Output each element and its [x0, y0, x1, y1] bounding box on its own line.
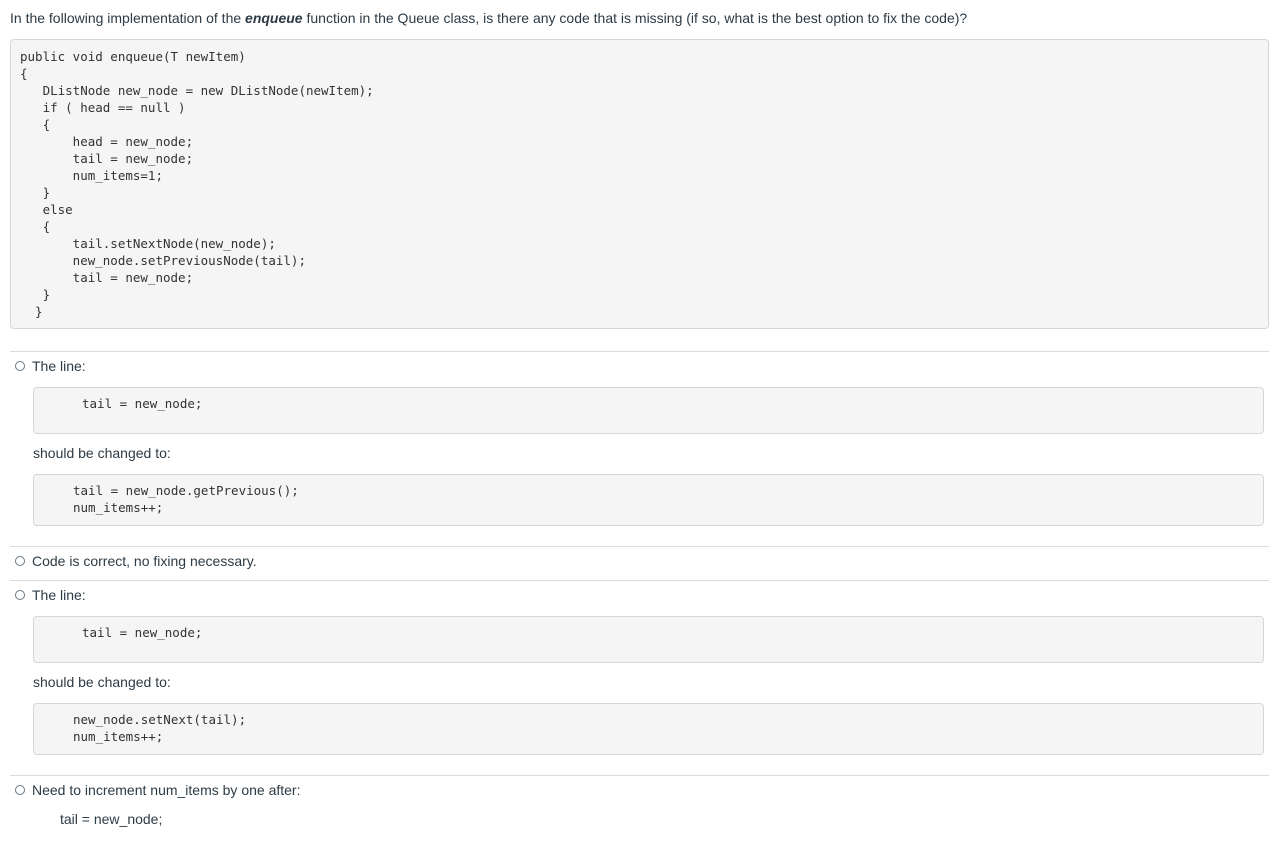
- radio-button-icon[interactable]: [15, 785, 25, 795]
- option-1-code-before-text: tail = new_node;: [82, 396, 203, 411]
- radio-button-icon[interactable]: [15, 361, 25, 371]
- divider: [10, 546, 1269, 547]
- divider: [10, 351, 1269, 352]
- option-1-code-before: tail = new_node;: [33, 387, 1264, 434]
- radio-button-icon[interactable]: [15, 590, 25, 600]
- question-prefix: In the following implementation of the: [10, 10, 246, 26]
- answer-option-2[interactable]: Code is correct, no fixing necessary.: [15, 552, 257, 570]
- radio-button-icon[interactable]: [15, 556, 25, 566]
- divider: [10, 580, 1269, 581]
- option-4-label: Need to increment num_items by one after…: [32, 782, 301, 798]
- option-1-middle-text: should be changed to:: [33, 445, 171, 461]
- option-3-code-before: tail = new_node;: [33, 616, 1264, 663]
- option-3-middle-text: should be changed to:: [33, 674, 171, 690]
- option-2-label: Code is correct, no fixing necessary.: [32, 553, 257, 569]
- question-text: In the following implementation of the e…: [10, 9, 1275, 27]
- main-code-text: public void enqueue(T newItem) { DListNo…: [20, 49, 374, 319]
- question-suffix: function in the Queue class, is there an…: [302, 10, 968, 26]
- answer-option-3[interactable]: The line:: [15, 586, 86, 604]
- option-1-code-after-text: tail = new_node.getPrevious(); num_items…: [73, 483, 299, 515]
- answer-option-1[interactable]: The line:: [15, 357, 86, 375]
- option-3-label: The line:: [32, 587, 86, 603]
- option-3-code-before-text: tail = new_node;: [82, 625, 203, 640]
- option-4-trailing-text: tail = new_node;: [60, 811, 163, 827]
- answer-option-4[interactable]: Need to increment num_items by one after…: [15, 781, 300, 799]
- option-1-label: The line:: [32, 358, 86, 374]
- option-1-code-after: tail = new_node.getPrevious(); num_items…: [33, 474, 1264, 526]
- main-code-block: public void enqueue(T newItem) { DListNo…: [10, 39, 1269, 329]
- question-emphasis: enqueue: [245, 10, 303, 26]
- option-3-code-after: new_node.setNext(tail); num_items++;: [33, 703, 1264, 755]
- divider: [10, 775, 1269, 776]
- option-3-code-after-text: new_node.setNext(tail); num_items++;: [73, 712, 247, 744]
